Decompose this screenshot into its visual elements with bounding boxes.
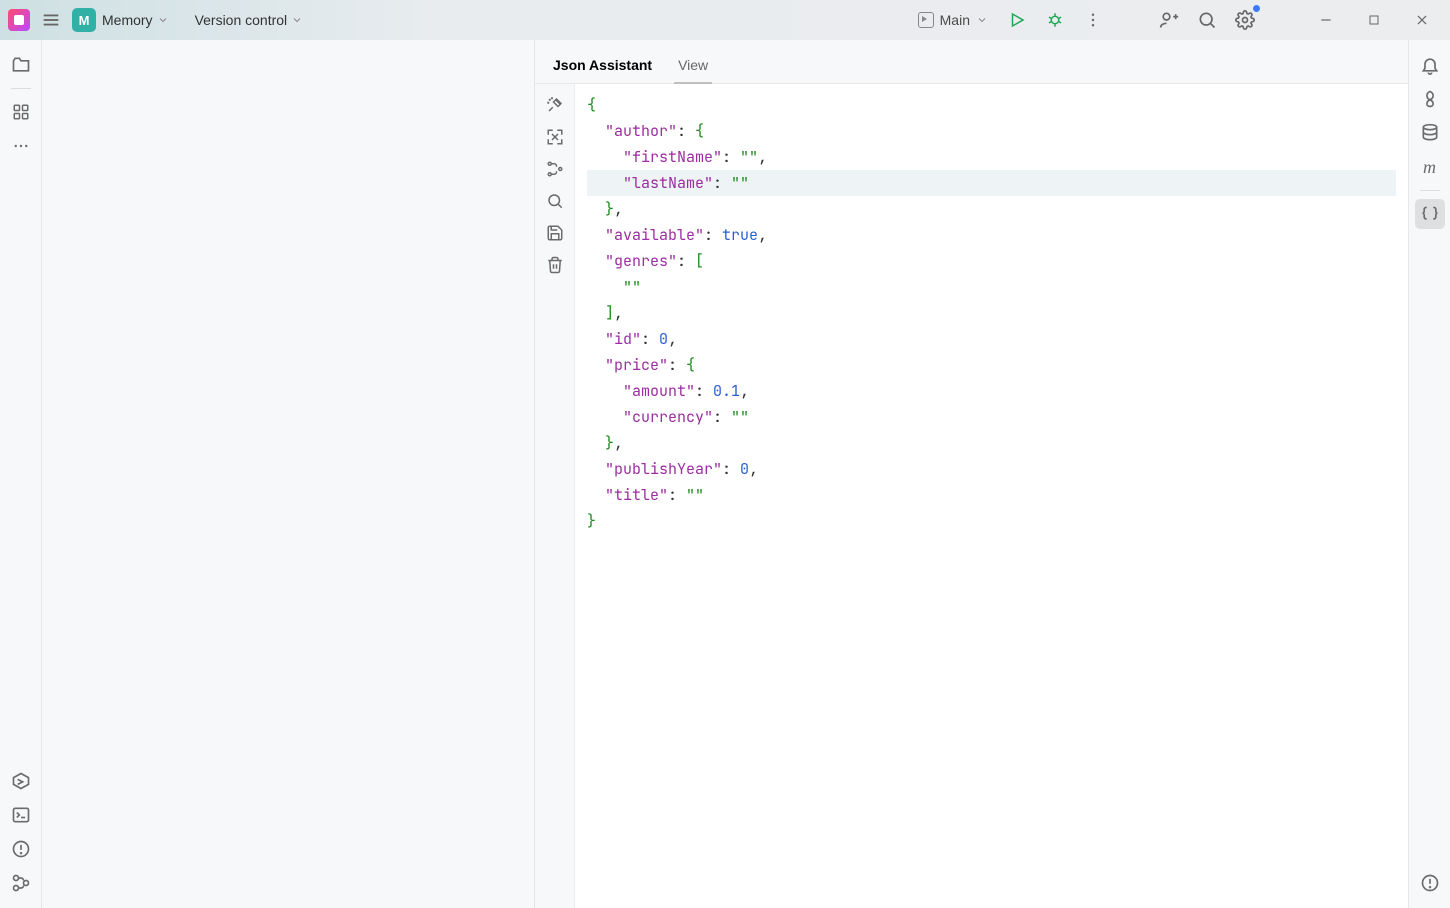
search-in-json-button[interactable] bbox=[540, 186, 570, 216]
main-menu-button[interactable] bbox=[36, 5, 66, 35]
settings-button[interactable] bbox=[1230, 5, 1260, 35]
json-assistant-panel: Json Assistant View bbox=[534, 40, 1408, 908]
vcs-label: Version control bbox=[195, 12, 288, 28]
problems-tool-button[interactable] bbox=[6, 834, 36, 864]
status-problems-button[interactable] bbox=[1415, 868, 1445, 898]
code-with-me-button[interactable] bbox=[1154, 5, 1184, 35]
project-name-label: Memory bbox=[102, 12, 153, 28]
maximize-button[interactable] bbox=[1354, 6, 1394, 34]
project-badge: M bbox=[72, 8, 96, 32]
panel-tool-column bbox=[535, 84, 575, 908]
maven-tool-button[interactable]: m bbox=[1415, 152, 1445, 182]
run-config-icon bbox=[918, 12, 934, 28]
top-toolbar: M Memory Version control Main bbox=[0, 0, 1450, 40]
ai-assistant-tool-button[interactable] bbox=[1415, 84, 1445, 114]
main-area: Json Assistant View bbox=[42, 40, 1408, 908]
run-config-dropdown[interactable]: Main bbox=[912, 9, 994, 31]
notifications-tool-button[interactable] bbox=[1415, 50, 1445, 80]
json-editor[interactable]: { "author": { "firstName": "", "lastName… bbox=[575, 84, 1408, 908]
chevron-down-icon bbox=[291, 14, 303, 26]
minimize-button[interactable] bbox=[1306, 6, 1346, 34]
tab-view[interactable]: View bbox=[674, 47, 712, 83]
run-config-name: Main bbox=[940, 12, 970, 28]
chevron-down-icon bbox=[976, 14, 988, 26]
left-tool-strip bbox=[0, 40, 42, 908]
clear-button[interactable] bbox=[540, 250, 570, 280]
panel-tabs: Json Assistant View bbox=[535, 40, 1408, 84]
tree-button[interactable] bbox=[540, 154, 570, 184]
app-logo-icon bbox=[8, 9, 30, 31]
vcs-dropdown[interactable]: Version control bbox=[195, 12, 304, 28]
json-assistant-tool-button[interactable] bbox=[1415, 199, 1445, 229]
close-window-button[interactable] bbox=[1402, 6, 1442, 34]
terminal-tool-button[interactable] bbox=[6, 800, 36, 830]
debug-button[interactable] bbox=[1040, 5, 1070, 35]
run-button[interactable] bbox=[1002, 5, 1032, 35]
format-button[interactable] bbox=[540, 90, 570, 120]
right-tool-strip: m bbox=[1408, 40, 1450, 908]
structure-tool-button[interactable] bbox=[6, 97, 36, 127]
database-tool-button[interactable] bbox=[1415, 118, 1445, 148]
tab-json-assistant[interactable]: Json Assistant bbox=[549, 47, 656, 83]
vcs-tool-button[interactable] bbox=[6, 868, 36, 898]
project-dropdown[interactable]: Memory bbox=[102, 12, 169, 28]
minify-button[interactable] bbox=[540, 122, 570, 152]
services-tool-button[interactable] bbox=[6, 766, 36, 796]
more-tools-button[interactable] bbox=[6, 131, 36, 161]
chevron-down-icon bbox=[157, 14, 169, 26]
project-tool-button[interactable] bbox=[6, 50, 36, 80]
search-button[interactable] bbox=[1192, 5, 1222, 35]
save-button[interactable] bbox=[540, 218, 570, 248]
more-actions-button[interactable] bbox=[1078, 5, 1108, 35]
editor-empty-area bbox=[42, 40, 534, 908]
